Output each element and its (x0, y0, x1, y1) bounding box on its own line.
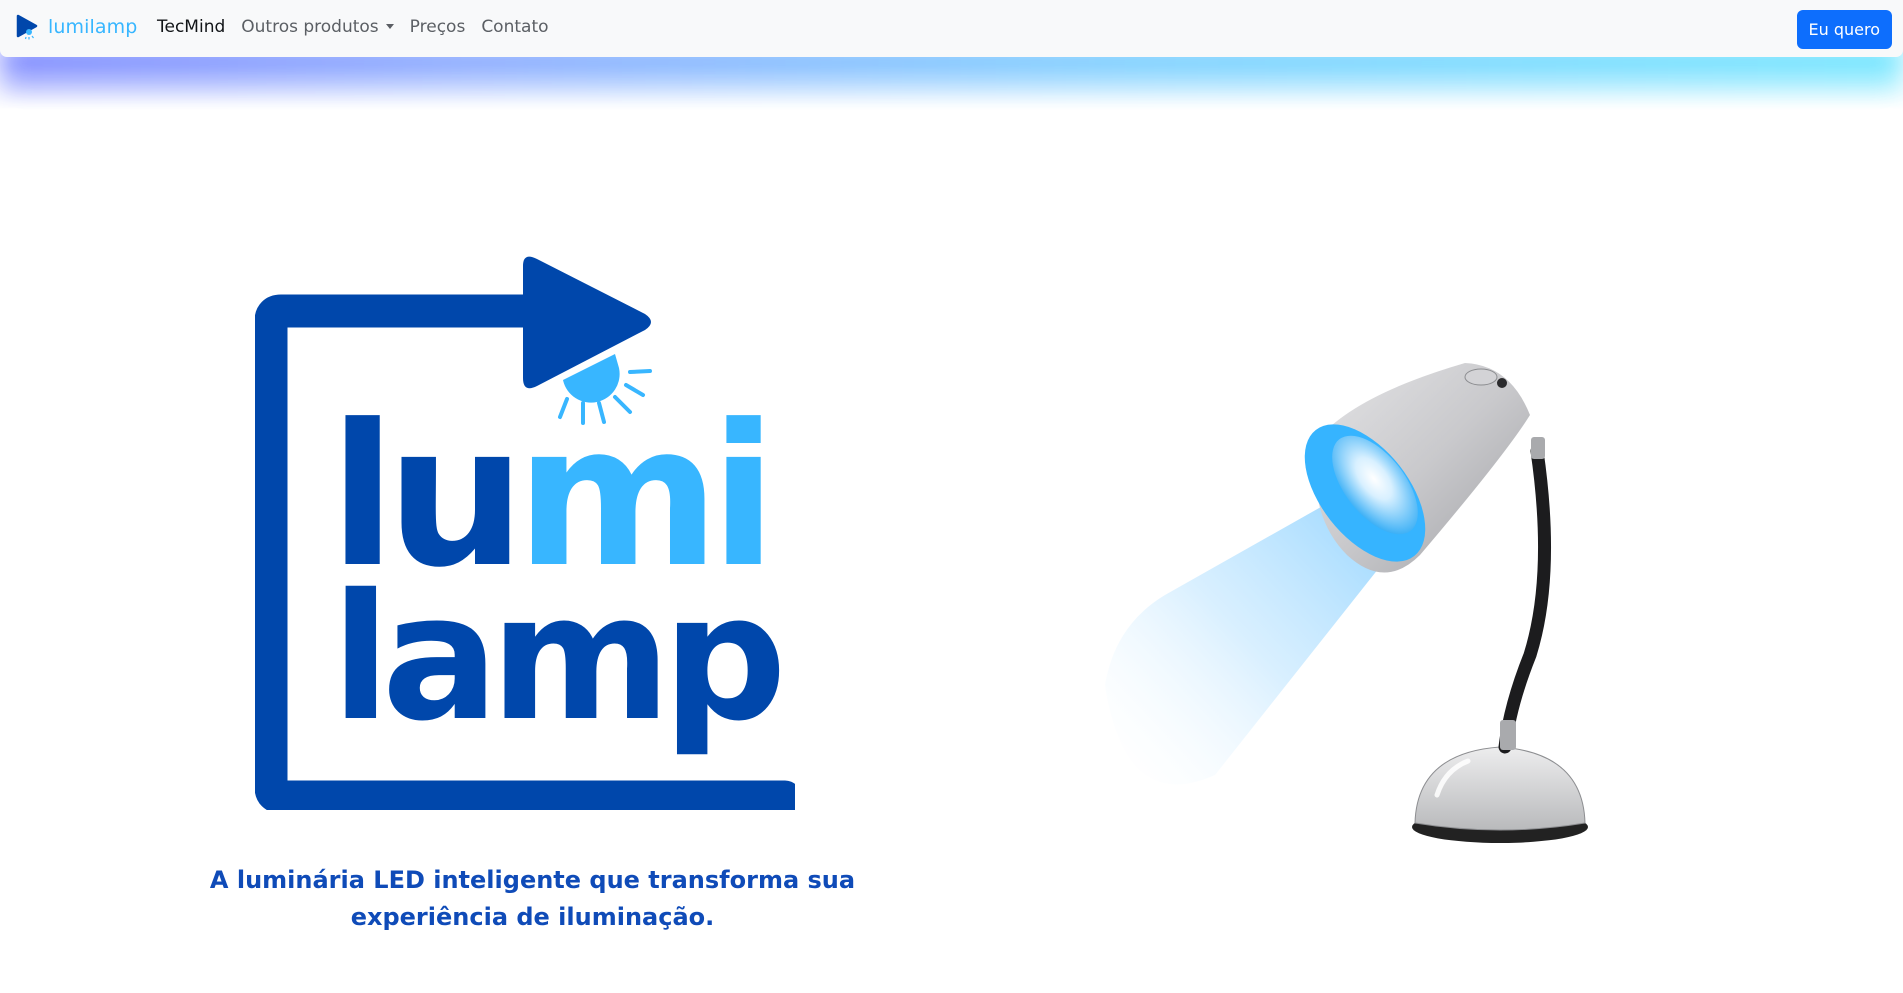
nav-link-outros-produtos-label: Outros produtos (241, 17, 379, 37)
navbar-glow (0, 50, 1903, 110)
nav-links: TecMind Outros produtos Preços Contato (157, 17, 565, 37)
brand-link[interactable]: lumilamp (16, 14, 137, 40)
nav-link-outros-produtos[interactable]: Outros produtos (241, 17, 394, 37)
nav-link-contato[interactable]: Contato (481, 17, 548, 37)
hero-logo: lumi lamp (255, 250, 795, 810)
navbar: lumilamp TecMind Outros produtos Preços … (0, 0, 1903, 57)
nav-link-tecmind[interactable]: TecMind (157, 17, 225, 37)
nav-link-precos[interactable]: Preços (410, 17, 466, 37)
logo-text-lamp: lamp (331, 557, 779, 760)
hero-tagline: A luminária LED inteligente que transfor… (209, 866, 856, 931)
play-sun-icon (16, 14, 40, 40)
brand-name: lumilamp (48, 16, 138, 38)
desk-lamp-illustration (1085, 355, 1615, 850)
eu-quero-button[interactable]: Eu quero (1796, 10, 1892, 49)
chevron-down-icon (385, 24, 394, 29)
